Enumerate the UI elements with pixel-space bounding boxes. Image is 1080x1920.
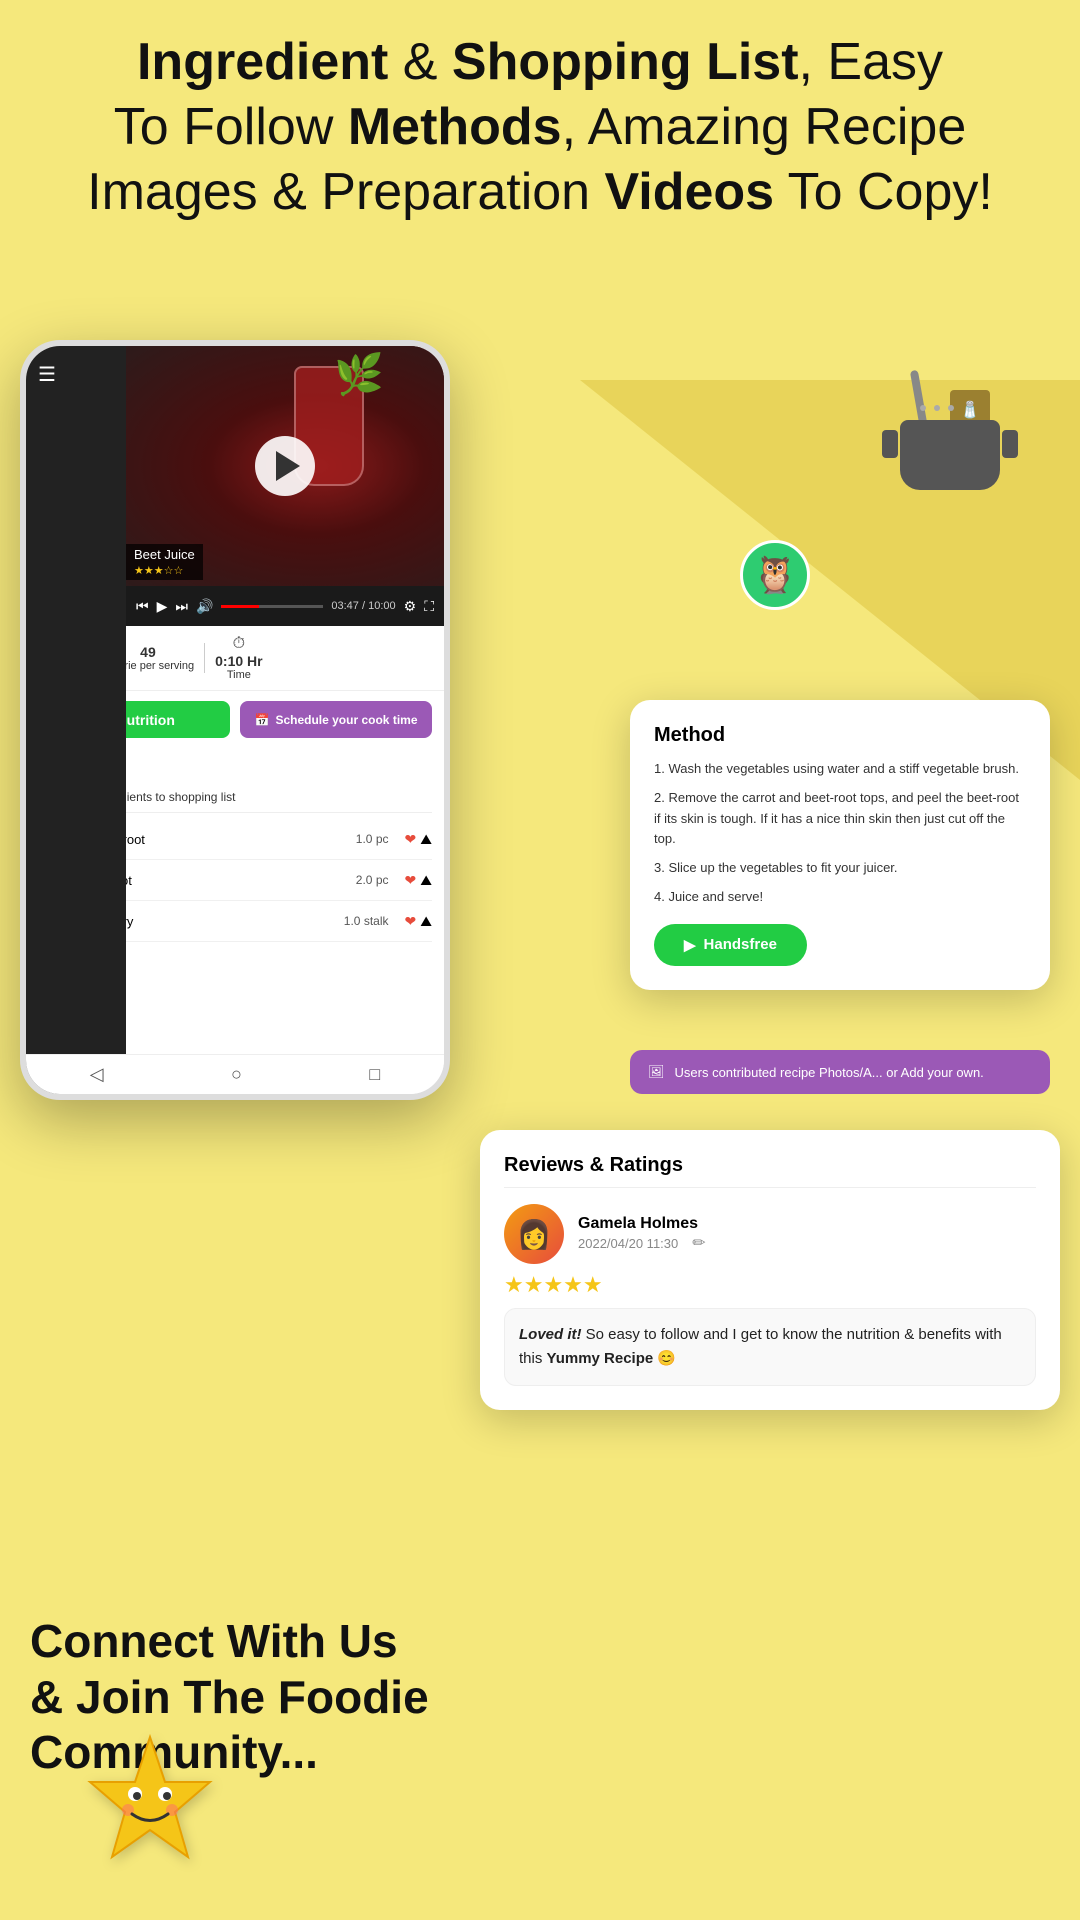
carrot-amount: 2.0 pc (356, 873, 389, 887)
celery-heart-icon[interactable]: ❤ (405, 913, 417, 930)
reviews-card: Reviews & Ratings 👩 Gamela Holmes 2022/0… (480, 1130, 1060, 1410)
edit-icon[interactable]: ✏ (692, 1233, 705, 1253)
info-separator-2 (204, 643, 205, 673)
photos-icon: 🖼 (648, 1064, 665, 1080)
header-connector: & (388, 33, 452, 91)
home-button[interactable]: ○ (231, 1064, 242, 1085)
calories-value: 49 (140, 644, 156, 660)
time-info: ⏱ 0:10 Hr Time (215, 635, 262, 681)
time-value: 0:10 Hr (215, 653, 262, 669)
pot-body (900, 420, 1000, 490)
celery-mountain-icon[interactable]: ⛰ (420, 913, 432, 930)
reviews-title: Reviews & Ratings (504, 1154, 1036, 1188)
play-button[interactable] (255, 436, 315, 496)
owl-icon: 🦉 (753, 554, 798, 596)
carrot-heart-icon[interactable]: ❤ (405, 872, 417, 889)
recipe-stars-small: ★★★☆☆ (134, 565, 183, 577)
handsfree-label: Handsfree (704, 936, 777, 953)
header-line2-prefix: To Follow (114, 98, 348, 156)
phone-mockup-left: ☰ 🌿 Beet Juice ★★★☆☆ ⏮ ▶ ⏭ 🔊 03:47 / 10:… (20, 340, 450, 1100)
handsfree-button[interactable]: ▶ Handsfree (654, 924, 807, 966)
header-bold-1: Ingredient (137, 33, 388, 91)
beetroot-actions: ❤ ⛰ (405, 831, 433, 848)
play-icon[interactable]: ▶ (157, 598, 168, 615)
method-step-4: 4. Juice and serve! (654, 887, 1026, 908)
review-text-content: Loved it! So easy to follow and I get to… (504, 1308, 1036, 1386)
schedule-button[interactable]: 📅 Schedule your cook time (240, 701, 432, 738)
progress-bar[interactable] (221, 605, 323, 608)
method-card: Method 1. Wash the vegetables using wate… (630, 700, 1050, 990)
recent-button[interactable]: □ (369, 1064, 380, 1085)
time-label: Time (227, 669, 251, 681)
pot-handle-right (1002, 430, 1018, 458)
header-line3-suffix: To Copy! (774, 163, 993, 221)
pot-handle-left (882, 430, 898, 458)
bottom-cta-line1: Connect With Us (30, 1614, 429, 1669)
header-line3-prefix: Images & Preparation (87, 163, 604, 221)
header-videos: Videos (605, 163, 775, 221)
beetroot-name: Beetroot (96, 832, 348, 847)
settings-icon[interactable]: ⚙ (404, 598, 417, 615)
cooking-pot-container: 🧂 (900, 420, 1000, 490)
review-emoji: 😊 (657, 1350, 676, 1367)
hamburger-icon[interactable]: ☰ (26, 346, 126, 403)
skip-forward-icon[interactable]: ⏭ (175, 598, 188, 615)
header-bold-2: Shopping List (452, 33, 799, 91)
steam-icon (920, 405, 954, 411)
video-area: 🌿 Beet Juice ★★★☆☆ ⏮ ▶ ⏭ 🔊 03:47 / 10:00… (126, 346, 444, 626)
photos-banner[interactable]: 🖼 Users contributed recipe Photos/A... o… (630, 1050, 1050, 1094)
review-date: 2022/04/20 11:30 (578, 1236, 678, 1251)
back-button[interactable]: ◁ (90, 1064, 104, 1085)
method-step-2: 2. Remove the carrot and beet-root tops,… (654, 788, 1026, 850)
calendar-icon: 📅 (255, 713, 270, 727)
celery-name: Celery (96, 914, 336, 929)
schedule-label: Schedule your cook time (275, 713, 417, 727)
play-triangle-icon (276, 451, 300, 481)
photos-text: Users contributed recipe Photos/A... or … (675, 1065, 984, 1080)
skip-back-icon[interactable]: ⏮ (136, 598, 149, 615)
beetroot-heart-icon[interactable]: ❤ (405, 831, 417, 848)
star-mascot (80, 1732, 220, 1900)
reviewer-name: Gamela Holmes (578, 1215, 706, 1233)
star-svg (80, 1732, 220, 1872)
beet-leaves: 🌿 (334, 351, 384, 398)
video-label: Beet Juice ★★★☆☆ (126, 544, 203, 580)
clock-icon: ⏱ (233, 635, 245, 653)
review-bold-text: Yummy Recipe (547, 1350, 654, 1367)
owl-mascot: 🦉 (740, 540, 810, 610)
header-line2-suffix: , Amazing Recipe (562, 98, 967, 156)
phone-sidebar: ☰ (26, 346, 126, 1094)
beetroot-mountain-icon[interactable]: ⛰ (420, 831, 432, 848)
carrot-mountain-icon[interactable]: ⛰ (420, 872, 432, 889)
volume-icon[interactable]: 🔊 (196, 598, 213, 615)
celery-amount: 1.0 stalk (344, 914, 389, 928)
beetroot-amount: 1.0 pc (356, 832, 389, 846)
phone-nav-bar: ◁ ○ □ (26, 1054, 444, 1094)
video-time: 03:47 / 10:00 (331, 600, 395, 612)
header-suffix-1: , Easy (799, 33, 944, 91)
method-step-1: 1. Wash the vegetables using water and a… (654, 759, 1026, 780)
bottom-cta-line2: & Join The Foodie (30, 1670, 429, 1725)
recipe-video-title: Beet Juice (134, 547, 195, 562)
method-title: Method (654, 724, 1026, 747)
carrot-name: Carrot (96, 873, 348, 888)
fullscreen-icon[interactable]: ⛶ (424, 598, 434, 615)
review-intro: Loved it! (519, 1326, 582, 1343)
header-methods: Methods (348, 98, 562, 156)
svg-text:🧂: 🧂 (960, 400, 980, 419)
method-step-3: 3. Slice up the vegetables to fit your j… (654, 858, 1026, 879)
reviewer-header: 👩 Gamela Holmes 2022/04/20 11:30 ✏ (504, 1204, 1036, 1264)
carrot-actions: ❤ ⛰ (405, 872, 433, 889)
header-text: Ingredient & Shopping List, Easy To Foll… (40, 30, 1040, 225)
review-stars: ★★★★★ (504, 1272, 1036, 1298)
progress-fill (221, 605, 259, 608)
play-circle-icon: ▶ (684, 936, 696, 954)
celery-actions: ❤ ⛰ (405, 913, 433, 930)
reviewer-info: Gamela Holmes 2022/04/20 11:30 ✏ (578, 1215, 706, 1253)
reviewer-avatar: 👩 (504, 1204, 564, 1264)
video-controls: ⏮ ▶ ⏭ 🔊 03:47 / 10:00 ⚙ ⛶ (126, 586, 444, 626)
